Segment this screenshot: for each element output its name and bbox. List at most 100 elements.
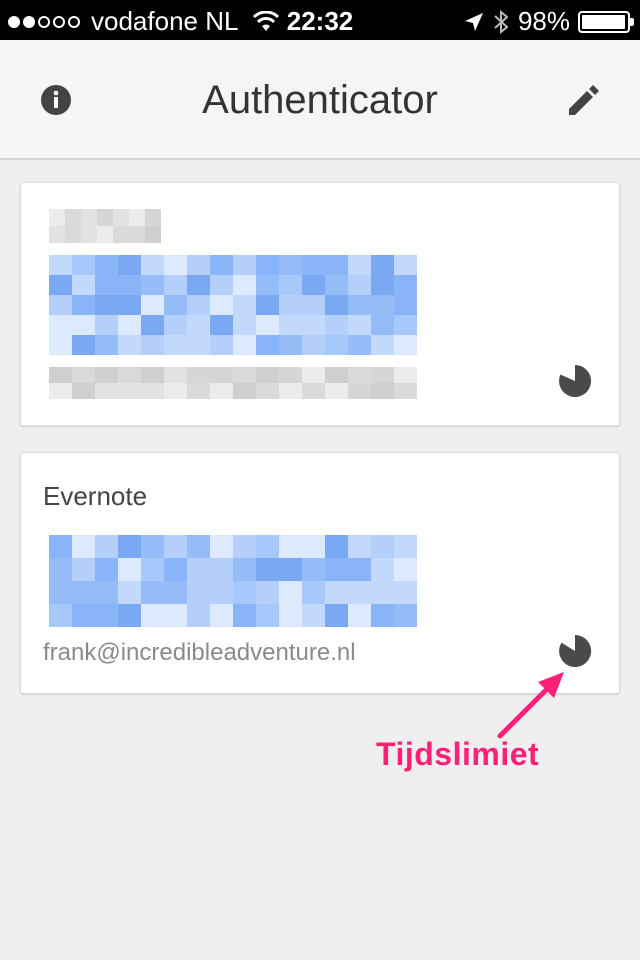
mosaic-tile: [279, 295, 302, 315]
battery-icon: [578, 10, 634, 33]
mosaic-tile: [210, 295, 233, 315]
mosaic-tile: [72, 275, 95, 295]
mosaic-tile: [371, 535, 394, 558]
mosaic-tile: [49, 535, 72, 558]
mosaic-tile: [187, 581, 210, 604]
mosaic-tile: [302, 335, 325, 355]
mosaic-tile: [129, 226, 145, 243]
mosaic-tile: [187, 315, 210, 335]
mosaic-tile: [210, 558, 233, 581]
mosaic-tile: [164, 295, 187, 315]
mosaic-tile: [81, 209, 97, 226]
mosaic-tile: [81, 226, 97, 243]
pencil-icon[interactable]: [566, 82, 602, 118]
mosaic-tile: [164, 558, 187, 581]
mosaic-tile: [325, 367, 348, 383]
mosaic-tile: [348, 581, 371, 604]
mosaic-tile: [49, 581, 72, 604]
mosaic-tile: [233, 535, 256, 558]
mosaic-tile: [118, 604, 141, 627]
mosaic-tile: [72, 383, 95, 399]
mosaic-tile: [394, 367, 417, 383]
mosaic-tile: [72, 315, 95, 335]
mosaic-tile: [325, 295, 348, 315]
mosaic-tile: [348, 604, 371, 627]
mosaic-tile: [95, 383, 118, 399]
mosaic-tile: [394, 558, 417, 581]
mosaic-tile: [325, 383, 348, 399]
mosaic-tile: [49, 604, 72, 627]
mosaic-tile: [72, 255, 95, 275]
mosaic-tile: [394, 275, 417, 295]
mosaic-tile: [394, 295, 417, 315]
mosaic-tile: [371, 367, 394, 383]
obscured-account: [49, 367, 417, 399]
mosaic-tile: [49, 315, 72, 335]
mosaic-tile: [233, 604, 256, 627]
mosaic-tile: [371, 275, 394, 295]
mosaic-tile: [325, 255, 348, 275]
mosaic-tile: [210, 275, 233, 295]
mosaic-tile: [95, 295, 118, 315]
mosaic-tile: [348, 335, 371, 355]
mosaic-tile: [371, 581, 394, 604]
mosaic-tile: [118, 535, 141, 558]
mosaic-tile: [118, 367, 141, 383]
mosaic-tile: [371, 604, 394, 627]
mosaic-tile: [210, 581, 233, 604]
mosaic-tile: [279, 558, 302, 581]
mosaic-tile: [118, 558, 141, 581]
mosaic-tile: [95, 558, 118, 581]
mosaic-tile: [210, 315, 233, 335]
mosaic-tile: [164, 255, 187, 275]
mosaic-tile: [371, 335, 394, 355]
mosaic-tile: [256, 315, 279, 335]
mosaic-tile: [233, 275, 256, 295]
mosaic-tile: [113, 209, 129, 226]
battery-percent: 98%: [517, 6, 570, 36]
mosaic-tile: [233, 315, 256, 335]
mosaic-tile: [233, 558, 256, 581]
account-card[interactable]: [20, 182, 620, 426]
mosaic-tile: [72, 295, 95, 315]
mosaic-tile: [394, 581, 417, 604]
mosaic-tile: [187, 604, 210, 627]
mosaic-tile: [164, 275, 187, 295]
mosaic-tile: [49, 558, 72, 581]
mosaic-tile: [302, 367, 325, 383]
mosaic-tile: [141, 315, 164, 335]
mosaic-tile: [118, 315, 141, 335]
account-email: frank@incredibleadventure.nl: [43, 639, 356, 666]
mosaic-tile: [72, 535, 95, 558]
mosaic-tile: [141, 295, 164, 315]
mosaic-tile: [279, 367, 302, 383]
mosaic-tile: [145, 226, 161, 243]
mosaic-tile: [302, 275, 325, 295]
mosaic-tile: [233, 255, 256, 275]
obscured-issuer: [49, 209, 161, 243]
mosaic-tile: [210, 335, 233, 355]
mosaic-tile: [187, 535, 210, 558]
mosaic-tile: [394, 335, 417, 355]
account-card[interactable]: Evernote frank@incredibleadventure.nl: [20, 452, 620, 694]
mosaic-tile: [187, 275, 210, 295]
mosaic-tile: [95, 604, 118, 627]
mosaic-tile: [49, 295, 72, 315]
mosaic-tile: [141, 558, 164, 581]
mosaic-tile: [256, 558, 279, 581]
mosaic-tile: [371, 255, 394, 275]
mosaic-tile: [49, 209, 65, 226]
mosaic-tile: [95, 315, 118, 335]
mosaic-tile: [394, 255, 417, 275]
mosaic-tile: [95, 275, 118, 295]
mosaic-tile: [256, 604, 279, 627]
mosaic-tile: [256, 335, 279, 355]
timer-pie-icon: [559, 365, 592, 397]
mosaic-tile: [233, 383, 256, 399]
mosaic-tile: [279, 604, 302, 627]
mosaic-tile: [256, 383, 279, 399]
mosaic-tile: [371, 558, 394, 581]
app-header: Authenticator: [0, 40, 640, 160]
mosaic-tile: [49, 335, 72, 355]
mosaic-tile: [49, 255, 72, 275]
